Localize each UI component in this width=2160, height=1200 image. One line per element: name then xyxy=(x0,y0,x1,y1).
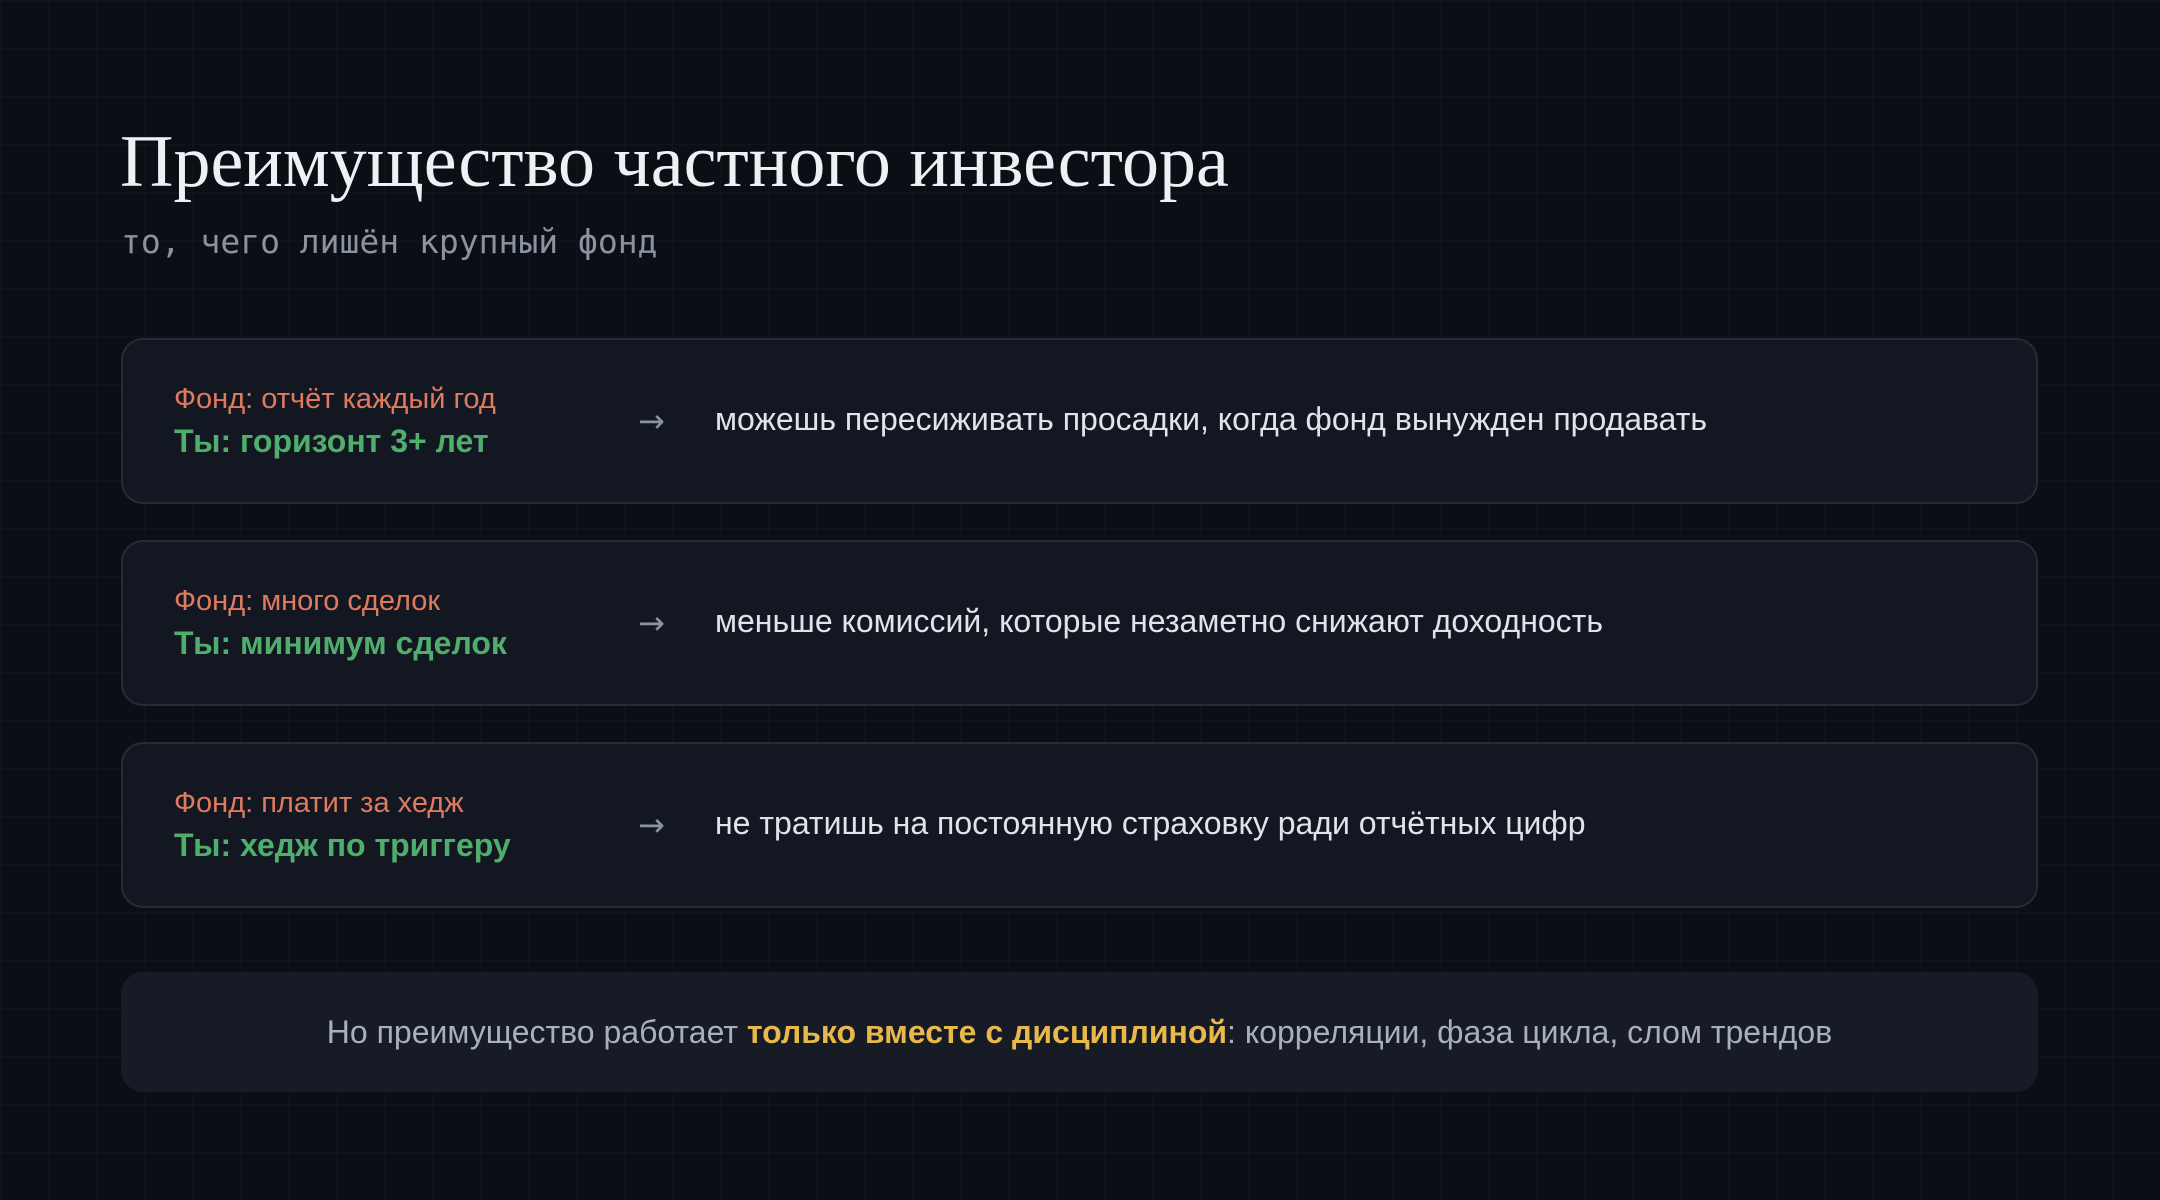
benefit-text: не тратишь на постоянную страховку ради … xyxy=(715,805,1586,841)
arrow-right-icon: → xyxy=(638,402,665,440)
footer-highlight: только вместе с дисциплиной xyxy=(746,1014,1228,1050)
arrow-right-icon: → xyxy=(638,806,665,844)
investor-advantage: Ты: хедж по триггеру xyxy=(174,827,511,863)
fund-constraint: Фонд: отчёт каждый год xyxy=(174,383,496,415)
investor-advantage: Ты: горизонт 3+ лет xyxy=(174,423,489,459)
comparison-card: Фонд: много сделок Ты: минимум сделок → … xyxy=(121,540,2038,706)
arrow-right-icon: → xyxy=(638,604,665,642)
investor-advantage: Ты: минимум сделок xyxy=(174,625,507,661)
page-subtitle: то, чего лишён крупный фонд xyxy=(121,222,658,261)
benefit-text: меньше комиссий, которые незаметно снижа… xyxy=(715,603,1603,639)
comparison-card: Фонд: отчёт каждый год Ты: горизонт 3+ л… xyxy=(121,338,2038,504)
page-title: Преимущество частного инвестора xyxy=(120,121,1229,203)
fund-constraint: Фонд: платит за хедж xyxy=(174,787,464,819)
benefit-text: можешь пересиживать просадки, когда фонд… xyxy=(715,401,1708,437)
footer-text-before: Но преимущество работает xyxy=(326,1014,747,1050)
footer-note: Но преимущество работает только вместе с… xyxy=(121,972,2038,1092)
footer-text-after: : корреляции, фаза цикла, слом трендов xyxy=(1227,1014,1833,1050)
comparison-card: Фонд: платит за хедж Ты: хедж по триггер… xyxy=(121,742,2038,908)
fund-constraint: Фонд: много сделок xyxy=(174,585,441,617)
